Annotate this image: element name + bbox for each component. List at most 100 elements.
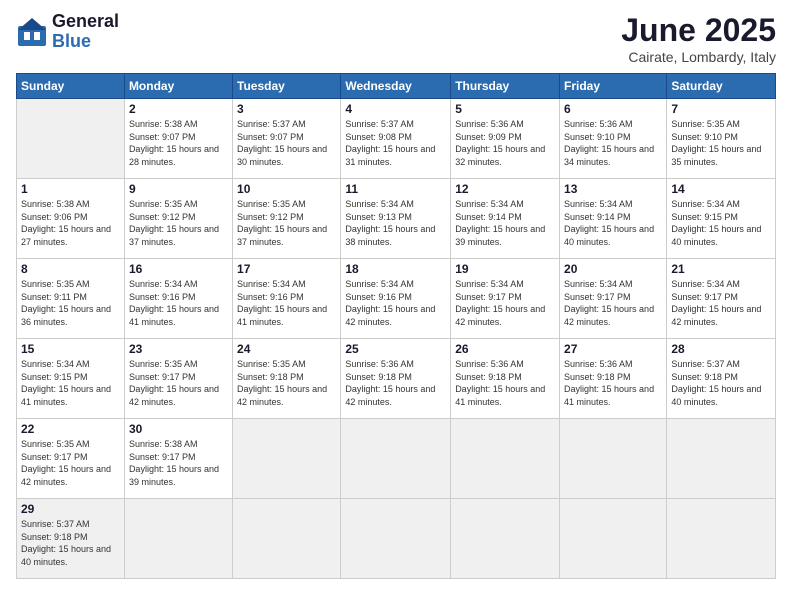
calendar-cell: 27 Sunrise: 5:36 AMSunset: 9:18 PMDayligh… — [560, 339, 667, 419]
logo-area: General Blue — [16, 12, 119, 52]
day-number: 10 — [237, 182, 336, 196]
day-info: Sunrise: 5:38 AMSunset: 9:06 PMDaylight:… — [21, 198, 120, 248]
day-info: Sunrise: 5:34 AMSunset: 9:15 PMDaylight:… — [21, 358, 120, 408]
calendar-cell: 28Sunrise: 5:37 AMSunset: 9:18 PMDayligh… — [667, 339, 776, 419]
calendar-cell: 24 Sunrise: 5:35 AMSunset: 9:18 PMDayligh… — [233, 339, 341, 419]
day-info: Sunrise: 5:34 AMSunset: 9:16 PMDaylight:… — [129, 278, 228, 328]
day-number: 18 — [345, 262, 446, 276]
day-number: 1 — [21, 182, 120, 196]
weekday-header-monday: Monday — [124, 74, 232, 99]
calendar-cell: 9Sunrise: 5:35 AMSunset: 9:12 PMDaylight… — [124, 179, 232, 259]
day-info: Sunrise: 5:36 AMSunset: 9:09 PMDaylight:… — [455, 118, 555, 168]
weekday-header-tuesday: Tuesday — [233, 74, 341, 99]
weekday-header-wednesday: Wednesday — [341, 74, 451, 99]
day-info: Sunrise: 5:35 AMSunset: 9:11 PMDaylight:… — [21, 278, 120, 328]
calendar-cell: 6Sunrise: 5:36 AMSunset: 9:10 PMDaylight… — [560, 99, 667, 179]
week-row-5: 29 Sunrise: 5:37 AMSunset: 9:18 PMDayligh… — [17, 499, 776, 579]
calendar-cell — [667, 499, 776, 579]
day-number: 27 — [564, 342, 662, 356]
day-number: 4 — [345, 102, 446, 116]
day-number: 25 — [345, 342, 446, 356]
day-info: Sunrise: 5:36 AMSunset: 9:18 PMDaylight:… — [345, 358, 446, 408]
day-info: Sunrise: 5:35 AMSunset: 9:18 PMDaylight:… — [237, 358, 336, 408]
day-info: Sunrise: 5:38 AMSunset: 9:17 PMDaylight:… — [129, 438, 228, 488]
calendar-cell: 12 Sunrise: 5:34 AMSunset: 9:14 PMDayligh… — [451, 179, 560, 259]
day-info: Sunrise: 5:34 AMSunset: 9:13 PMDaylight:… — [345, 198, 446, 248]
calendar-cell: 14Sunrise: 5:34 AMSunset: 9:15 PMDayligh… — [667, 179, 776, 259]
week-row-4: 22 Sunrise: 5:35 AMSunset: 9:17 PMDayligh… — [17, 419, 776, 499]
calendar-cell: 11 Sunrise: 5:34 AMSunset: 9:13 PMDayligh… — [341, 179, 451, 259]
day-info: Sunrise: 5:34 AMSunset: 9:16 PMDaylight:… — [237, 278, 336, 328]
month-title: June 2025 — [621, 12, 776, 49]
weekday-header-thursday: Thursday — [451, 74, 560, 99]
calendar-cell: 16 Sunrise: 5:34 AMSunset: 9:16 PMDayligh… — [124, 259, 232, 339]
calendar-cell — [341, 499, 451, 579]
calendar-cell: 10 Sunrise: 5:35 AMSunset: 9:12 PMDayligh… — [233, 179, 341, 259]
calendar-cell — [233, 499, 341, 579]
calendar-cell: 30Sunrise: 5:38 AMSunset: 9:17 PMDayligh… — [124, 419, 232, 499]
calendar-cell — [233, 419, 341, 499]
day-number: 24 — [237, 342, 336, 356]
day-number: 7 — [671, 102, 771, 116]
day-number: 14 — [671, 182, 771, 196]
calendar-cell: 26Sunrise: 5:36 AMSunset: 9:18 PMDayligh… — [451, 339, 560, 419]
calendar-cell: 13Sunrise: 5:34 AMSunset: 9:14 PMDayligh… — [560, 179, 667, 259]
logo-icon — [16, 16, 48, 48]
calendar-table: SundayMondayTuesdayWednesdayThursdayFrid… — [16, 73, 776, 579]
weekday-header-friday: Friday — [560, 74, 667, 99]
calendar-cell: 1 Sunrise: 5:38 AMSunset: 9:06 PMDaylight… — [17, 179, 125, 259]
calendar-cell: 18Sunrise: 5:34 AMSunset: 9:16 PMDayligh… — [341, 259, 451, 339]
week-row-1: 1 Sunrise: 5:38 AMSunset: 9:06 PMDaylight… — [17, 179, 776, 259]
calendar-cell: 7Sunrise: 5:35 AMSunset: 9:10 PMDaylight… — [667, 99, 776, 179]
day-number: 16 — [129, 262, 228, 276]
calendar-cell: 3 Sunrise: 5:37 AMSunset: 9:07 PMDaylight… — [233, 99, 341, 179]
day-info: Sunrise: 5:34 AMSunset: 9:14 PMDaylight:… — [564, 198, 662, 248]
day-info: Sunrise: 5:35 AMSunset: 9:12 PMDaylight:… — [237, 198, 336, 248]
day-info: Sunrise: 5:34 AMSunset: 9:17 PMDaylight:… — [455, 278, 555, 328]
day-info: Sunrise: 5:36 AMSunset: 9:10 PMDaylight:… — [564, 118, 662, 168]
day-number: 3 — [237, 102, 336, 116]
day-info: Sunrise: 5:38 AMSunset: 9:07 PMDaylight:… — [129, 118, 228, 168]
day-number: 23 — [129, 342, 228, 356]
week-row-3: 15 Sunrise: 5:34 AMSunset: 9:15 PMDayligh… — [17, 339, 776, 419]
calendar-page: General Blue June 2025 Cairate, Lombardy… — [0, 0, 792, 612]
calendar-cell — [124, 499, 232, 579]
calendar-cell — [560, 499, 667, 579]
logo-general: General — [52, 12, 119, 32]
calendar-cell — [560, 419, 667, 499]
day-number: 29 — [21, 502, 120, 516]
day-number: 28 — [671, 342, 771, 356]
day-number: 11 — [345, 182, 446, 196]
day-info: Sunrise: 5:36 AMSunset: 9:18 PMDaylight:… — [564, 358, 662, 408]
day-info: Sunrise: 5:34 AMSunset: 9:17 PMDaylight:… — [671, 278, 771, 328]
weekday-header-sunday: Sunday — [17, 74, 125, 99]
calendar-cell: 8Sunrise: 5:35 AMSunset: 9:11 PMDaylight… — [17, 259, 125, 339]
calendar-cell: 15 Sunrise: 5:34 AMSunset: 9:15 PMDayligh… — [17, 339, 125, 419]
calendar-cell: 25 Sunrise: 5:36 AMSunset: 9:18 PMDayligh… — [341, 339, 451, 419]
calendar-cell: 21 Sunrise: 5:34 AMSunset: 9:17 PMDayligh… — [667, 259, 776, 339]
calendar-cell — [451, 419, 560, 499]
weekday-header-row: SundayMondayTuesdayWednesdayThursdayFrid… — [17, 74, 776, 99]
day-info: Sunrise: 5:34 AMSunset: 9:14 PMDaylight:… — [455, 198, 555, 248]
day-info: Sunrise: 5:37 AMSunset: 9:18 PMDaylight:… — [21, 518, 120, 568]
day-number: 12 — [455, 182, 555, 196]
calendar-cell: 2 Sunrise: 5:38 AMSunset: 9:07 PMDaylight… — [124, 99, 232, 179]
day-number: 20 — [564, 262, 662, 276]
day-number: 17 — [237, 262, 336, 276]
day-number: 22 — [21, 422, 120, 436]
calendar-cell — [17, 99, 125, 179]
day-info: Sunrise: 5:37 AMSunset: 9:08 PMDaylight:… — [345, 118, 446, 168]
page-header: General Blue June 2025 Cairate, Lombardy… — [16, 12, 776, 65]
calendar-cell: 17 Sunrise: 5:34 AMSunset: 9:16 PMDayligh… — [233, 259, 341, 339]
calendar-cell: 22 Sunrise: 5:35 AMSunset: 9:17 PMDayligh… — [17, 419, 125, 499]
day-number: 2 — [129, 102, 228, 116]
logo-blue: Blue — [52, 32, 119, 52]
day-number: 15 — [21, 342, 120, 356]
day-number: 21 — [671, 262, 771, 276]
calendar-cell: 20Sunrise: 5:34 AMSunset: 9:17 PMDayligh… — [560, 259, 667, 339]
calendar-cell — [341, 419, 451, 499]
day-info: Sunrise: 5:37 AMSunset: 9:07 PMDaylight:… — [237, 118, 336, 168]
day-info: Sunrise: 5:35 AMSunset: 9:17 PMDaylight:… — [21, 438, 120, 488]
calendar-cell: 19Sunrise: 5:34 AMSunset: 9:17 PMDayligh… — [451, 259, 560, 339]
logo-text: General Blue — [52, 12, 119, 52]
